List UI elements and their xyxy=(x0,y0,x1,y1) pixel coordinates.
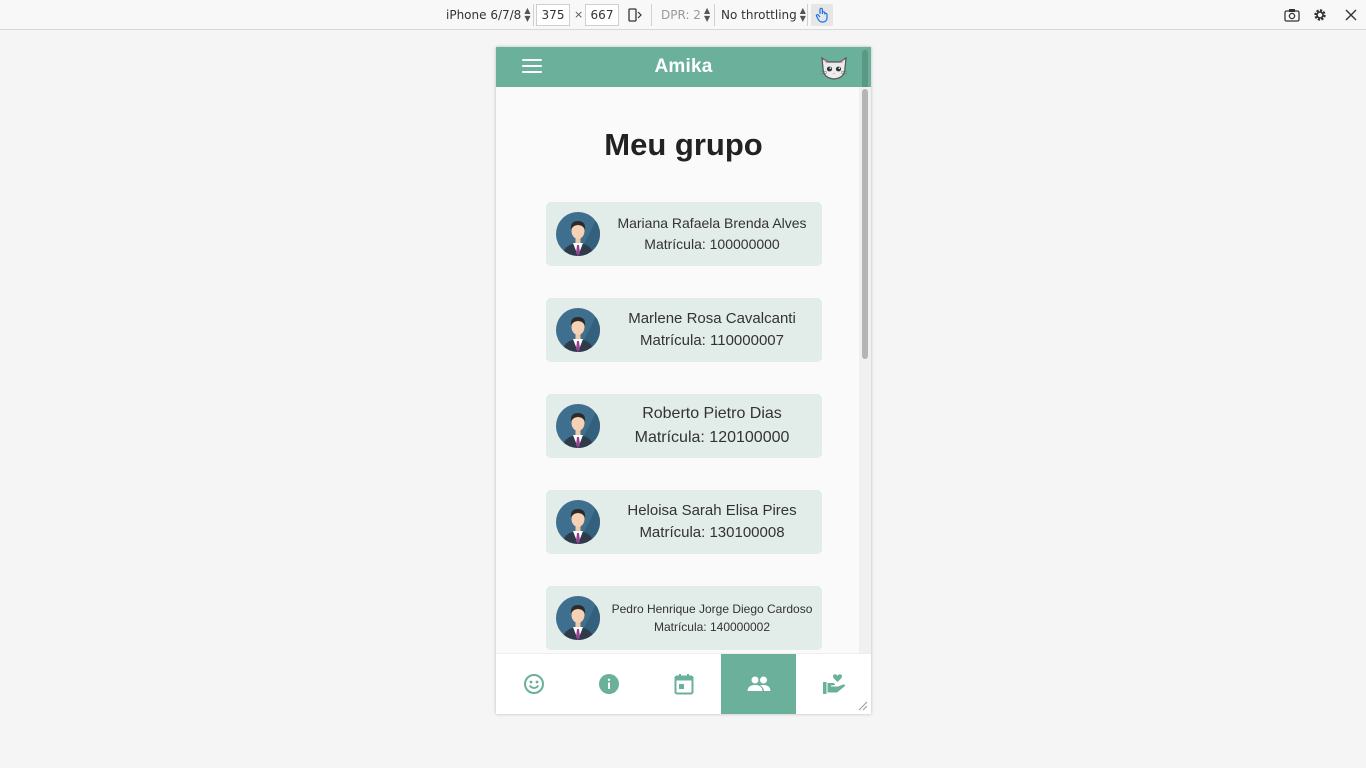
person-avatar-icon xyxy=(556,308,600,352)
member-registration: Matrícula: 120100000 xyxy=(634,429,790,446)
member-card[interactable]: Mariana Rafaela Brenda Alves Matrícula: … xyxy=(546,202,822,266)
nav-item-calendar[interactable] xyxy=(646,654,721,714)
member-card[interactable]: Pedro Henrique Jorge Diego Cardoso Matrí… xyxy=(546,586,822,650)
member-name: Mariana Rafaela Brenda Alves xyxy=(617,215,807,231)
calendar-icon xyxy=(674,674,693,695)
person-avatar-icon xyxy=(556,404,600,448)
member-card[interactable]: Heloisa Sarah Elisa Pires Matrícula: 130… xyxy=(546,490,822,554)
person-avatar-icon xyxy=(556,596,600,640)
group-icon xyxy=(747,676,770,691)
divider xyxy=(533,4,534,26)
nav-item-group[interactable] xyxy=(721,654,796,714)
dpr-select[interactable]: DPR: 2 ▲ ▼ xyxy=(661,0,710,29)
person-avatar-icon xyxy=(556,212,600,256)
nav-item-mood[interactable] xyxy=(496,654,571,714)
member-registration: Matrícula: 110000007 xyxy=(640,332,784,349)
nav-item-info[interactable] xyxy=(571,654,646,714)
app-title: Amika xyxy=(496,47,871,87)
divider xyxy=(807,4,808,26)
select-arrows-icon: ▲ ▼ xyxy=(524,5,531,23)
app-title-text: Amika xyxy=(654,56,713,77)
member-name: Pedro Henrique Jorge Diego Cardoso xyxy=(611,602,813,616)
bottom-navigation xyxy=(496,653,871,714)
close-icon[interactable] xyxy=(1340,4,1362,26)
rotate-icon[interactable] xyxy=(624,4,646,26)
member-registration: Matrícula: 140000002 xyxy=(653,620,771,634)
dpr-select-label: DPR: 2 xyxy=(661,7,701,22)
dimension-separator: × xyxy=(574,8,584,21)
scrollbar-header-segment xyxy=(859,47,871,87)
device-select-label: iPhone 6/7/8 xyxy=(446,7,522,22)
app-header: Amika xyxy=(496,47,871,87)
select-arrows-icon: ▲ ▼ xyxy=(799,5,806,23)
person-avatar-icon xyxy=(556,500,600,544)
throttling-select-label: No throttling xyxy=(721,7,797,22)
cat-avatar-icon[interactable] xyxy=(819,52,849,82)
device-select[interactable]: iPhone 6/7/8 ▲ ▼ xyxy=(446,0,530,29)
member-registration: Matrícula: 130100008 xyxy=(639,524,785,541)
care-hand-heart-icon xyxy=(822,674,845,694)
select-arrows-icon: ▲ ▼ xyxy=(703,5,711,23)
member-info: Roberto Pietro Dias Matrícula: 120100000 xyxy=(606,394,818,458)
info-icon xyxy=(598,674,619,694)
device-viewport: Amika Meu grupo Mariana Rafaela Brenda A… xyxy=(496,47,871,714)
member-info: Mariana Rafaela Brenda Alves Matrícula: … xyxy=(606,202,818,266)
member-name: Roberto Pietro Dias xyxy=(642,405,782,422)
smiley-icon xyxy=(523,674,544,694)
member-name: Heloisa Sarah Elisa Pires xyxy=(627,501,797,519)
divider xyxy=(714,4,715,26)
member-card[interactable]: Roberto Pietro Dias Matrícula: 120100000 xyxy=(546,394,822,458)
member-name: Marlene Rosa Cavalcanti xyxy=(628,309,796,327)
touch-icon[interactable] xyxy=(811,4,833,26)
width-input[interactable]: 375 xyxy=(536,4,570,26)
divider xyxy=(651,4,652,26)
throttling-select[interactable]: No throttling ▲ ▼ xyxy=(721,0,806,29)
settings-gear-icon[interactable] xyxy=(1309,4,1331,26)
member-info: Heloisa Sarah Elisa Pires Matrícula: 130… xyxy=(606,490,818,554)
resize-handle-icon[interactable] xyxy=(856,699,868,711)
group-content: Meu grupo Mariana Rafaela Brenda Alves M… xyxy=(496,87,859,653)
member-card[interactable]: Marlene Rosa Cavalcanti Matrícula: 11000… xyxy=(546,298,822,362)
devtools-device-toolbar: iPhone 6/7/8 ▲ ▼ 375 × 667 DPR: 2 ▲ ▼ No t… xyxy=(0,0,1366,30)
member-registration: Matrícula: 100000000 xyxy=(644,236,780,252)
screenshot-icon[interactable] xyxy=(1281,4,1303,26)
member-info: Pedro Henrique Jorge Diego Cardoso Matrí… xyxy=(606,586,818,650)
page-title: Meu grupo xyxy=(604,127,763,162)
member-info: Marlene Rosa Cavalcanti Matrícula: 11000… xyxy=(606,298,818,362)
scrollbar-thumb[interactable] xyxy=(862,89,868,359)
height-input[interactable]: 667 xyxy=(585,4,619,26)
